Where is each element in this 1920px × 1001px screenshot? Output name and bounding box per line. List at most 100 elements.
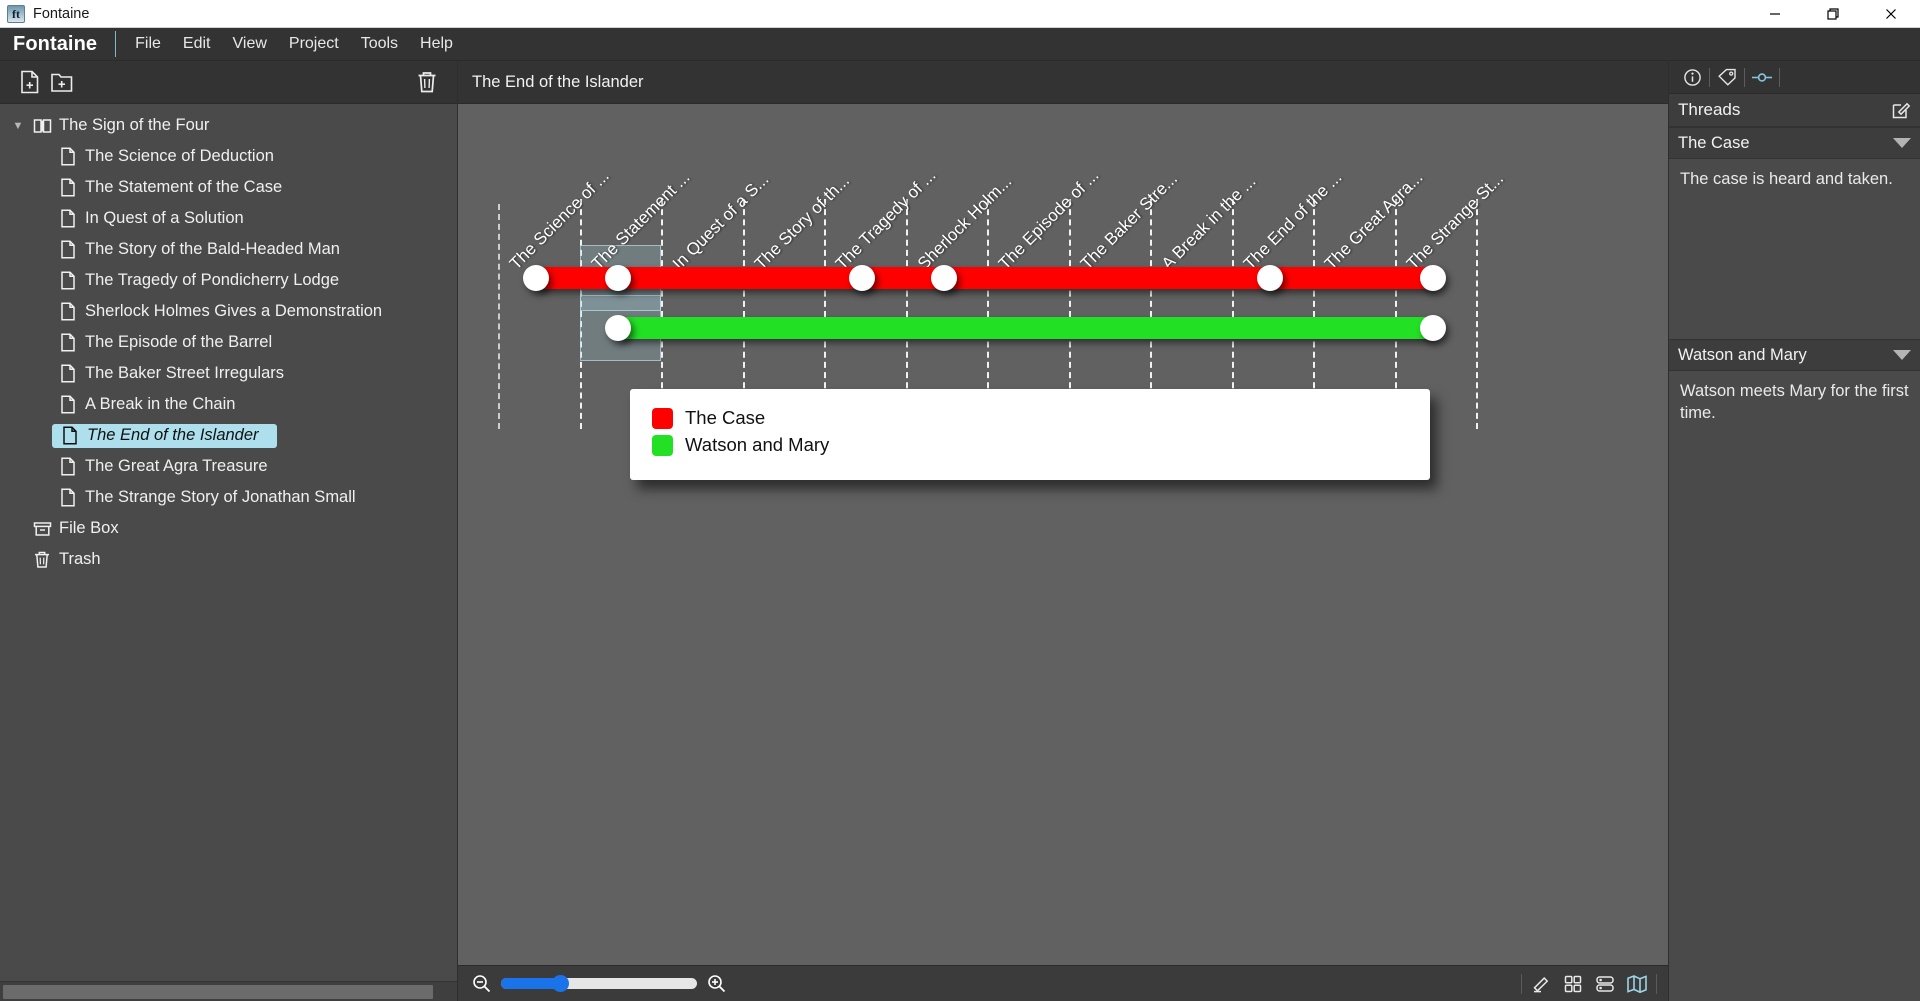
edit-threads-icon[interactable] [1891,100,1911,120]
tree-item-label: The Story of the Bald-Headed Man [85,240,340,258]
thread-header-watson-and-mary[interactable]: Watson and Mary [1669,339,1920,371]
tree-item-the-sign-of-the-four[interactable]: ▼ The Sign of the Four [0,110,457,141]
tree-item-label: Sherlock Holmes Gives a Demonstration [85,302,383,320]
close-button[interactable] [1862,0,1920,28]
view-mode-group [1518,970,1660,998]
zoom-out-icon[interactable] [472,974,491,993]
tree-item-label: The Baker Street Irregulars [85,364,284,382]
thread-description: The case is heard and taken. [1669,159,1920,339]
tree-item-the-science-of-deduction[interactable]: The Science of Deduction [0,141,457,172]
thread-icon[interactable] [1745,64,1779,91]
maximize-button[interactable] [1804,0,1862,28]
tree-item-the-great-agra-treasure[interactable]: The Great Agra Treasure [0,451,457,482]
trash-icon[interactable] [411,67,443,97]
tree-item-the-end-of-the-islander[interactable]: The End of the Islander [0,420,457,451]
timeline-canvas[interactable]: The Science of ... The Statement ... In Qu… [458,104,1668,965]
legend-item[interactable]: Watson and Mary [652,434,1408,456]
new-folder-icon[interactable] [46,67,78,97]
timeline-node[interactable] [1419,315,1446,341]
zoom-control-group [472,974,726,993]
zoom-slider[interactable] [501,975,697,992]
tree-item-a-break-in-the-chain[interactable]: A Break in the Chain [0,389,457,420]
menu-tools[interactable]: Tools [350,30,409,58]
tree-item-label: File Box [59,519,119,537]
tree-item-the-baker-street-irregulars[interactable]: The Baker Street Irregulars [0,358,457,389]
tag-icon[interactable] [1710,64,1744,91]
tree-item-sherlock-holmes-gives-a-demonstration[interactable]: Sherlock Holmes Gives a Demonstration [0,296,457,327]
timeline-node[interactable] [604,265,631,291]
selected-item-pill: The End of the Islander [52,423,277,448]
tree-item-label: The Statement of the Case [85,178,283,196]
zoom-in-icon[interactable] [707,974,726,993]
project-tree: ▼ The Sign of the Four The Science of De… [0,104,457,981]
grid-icon[interactable] [1557,970,1589,998]
list-icon[interactable] [1589,970,1621,998]
menu-project[interactable]: Project [278,30,350,58]
tree-item-label: The Strange Story of Jonathan Small [85,488,356,506]
tree-item-the-statement-of-the-case[interactable]: The Statement of the Case [0,172,457,203]
tree-item-label: The Great Agra Treasure [85,457,268,475]
timeline-thread-band[interactable] [617,317,1433,339]
map-icon[interactable] [1621,970,1653,998]
legend-color-swatch [652,407,673,429]
tree-item-the-tragedy-of-pondicherry-lodge[interactable]: The Tragedy of Pondicherry Lodge [0,265,457,296]
timeline-thread-band[interactable] [536,267,1433,289]
document-icon [56,240,80,259]
scrollbar-thumb[interactable] [3,984,433,999]
timeline-gridline [1476,199,1478,429]
timeline-node[interactable] [930,265,957,291]
info-icon[interactable] [1675,64,1709,91]
sidebar-horizontal-scrollbar[interactable] [0,981,457,1001]
tree-item-file-box[interactable]: File Box [0,513,457,544]
document-icon [56,364,80,383]
tree-item-the-strange-story-of-jonathan-small[interactable]: The Strange Story of Jonathan Small [0,482,457,513]
chevron-down-icon[interactable] [1893,138,1911,148]
document-icon [56,333,80,352]
document-icon [56,271,80,290]
document-icon [56,178,80,197]
sidebar-toolbar [0,61,457,104]
menu-separator [115,31,117,57]
document-icon [56,302,80,321]
timeline-legend: The Case Watson and Mary [630,389,1430,480]
pencil-icon[interactable] [1525,970,1557,998]
timeline-node[interactable] [849,265,875,291]
view-separator [1521,973,1522,994]
zoom-slider-knob[interactable] [551,975,569,992]
chevron-down-icon[interactable] [1893,350,1911,360]
project-sidebar: ▼ The Sign of the Four The Science of De… [0,61,458,1001]
menu-help[interactable]: Help [409,30,464,58]
menu-edit[interactable]: Edit [172,30,222,58]
tree-item-label: A Break in the Chain [85,395,236,413]
thread-name: The Case [1678,133,1750,152]
document-icon [58,426,82,445]
inspector-panel-title: Threads [1678,100,1741,119]
tree-item-label: The Tragedy of Pondicherry Lodge [85,271,340,289]
legend-item[interactable]: The Case [652,407,1408,429]
zoom-slider-fill [501,978,560,989]
menu-view[interactable]: View [222,30,278,58]
timeline-node[interactable] [523,265,549,291]
tree-item-label: The Science of Deduction [85,147,274,165]
menu-file[interactable]: File [124,30,172,58]
tree-item-label: The End of the Islander [87,425,259,444]
timeline-node[interactable] [1256,265,1283,291]
tree-item-in-quest-of-a-solution[interactable]: In Quest of a Solution [0,203,457,234]
tree-item-trash[interactable]: Trash [0,544,457,575]
inspector-panel: Threads The Case The case is heard and t… [1668,61,1920,1001]
app-brand-label: Fontaine [13,32,98,55]
filebox-icon [30,520,54,538]
window-titlebar: ft Fontaine [0,0,1920,28]
tree-item-the-episode-of-the-barrel[interactable]: The Episode of the Barrel [0,327,457,358]
new-document-icon[interactable] [14,67,46,97]
expand-collapse-triangle-icon[interactable]: ▼ [6,120,30,132]
minimize-button[interactable] [1746,0,1804,28]
timeline-node[interactable] [1419,265,1446,291]
tree-item-the-story-of-the-bald-headed-man[interactable]: The Story of the Bald-Headed Man [0,234,457,265]
timeline-node[interactable] [604,315,631,341]
legend-label: The Case [685,407,766,428]
thread-header-the-case[interactable]: The Case [1669,127,1920,159]
inspector-tabs [1669,61,1920,94]
editor-header: The End of the Islander [458,61,1668,104]
timeline-chart: The Science of ... The Statement ... In Qu… [458,104,1668,965]
